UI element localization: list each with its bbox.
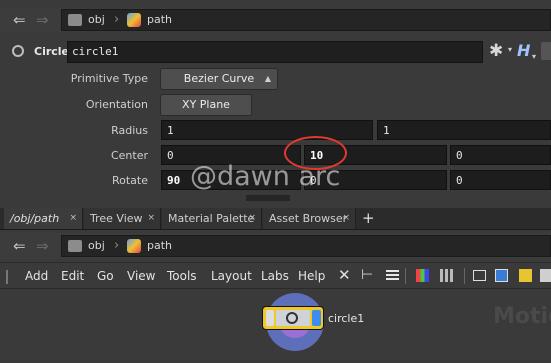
parameter-panel: Primitive Type Bezier Curve ▲ Orientatio… [0,65,551,208]
crumb-path[interactable]: path [147,236,172,256]
tab-label: Material Palette [168,212,255,225]
crumb-obj[interactable]: obj [88,10,105,30]
primitive-type-dropdown[interactable]: Bezier Curve ▲ [160,68,278,90]
path-icon [127,13,141,27]
tab-obj-path[interactable]: /obj/path × [4,208,83,229]
menu-tools[interactable]: Tools [167,263,197,289]
chevron-right-icon: › [114,238,120,253]
crumb-obj[interactable]: obj [88,236,105,256]
help-menu-arrow-icon[interactable]: ▾ [532,52,536,61]
chevron-right-icon: › [114,12,120,27]
circle1-node[interactable] [262,306,324,330]
rotate-label: Rotate [111,174,148,187]
path-breadcrumb: obj › path [61,9,551,31]
watermark-text: @dawn arc [190,161,341,192]
menu-grip [6,270,8,284]
radius-y-field[interactable]: 1 [377,120,551,140]
radius-label: Radius [111,124,148,137]
node-type-label: Circle [34,45,70,58]
primitive-type-value: Bezier Curve [183,72,255,85]
back-arrow-icon[interactable]: ⇐ [13,7,26,33]
add-tab-button[interactable]: + [362,208,375,229]
menu-edit[interactable]: Edit [61,263,84,289]
sticky-icon[interactable] [519,269,532,282]
network-path-bar: ⇐ ⇒ obj › path [0,233,551,259]
image-icon[interactable] [473,270,486,281]
gear-menu-arrow-icon[interactable]: ▾ [508,45,512,54]
tree-icon[interactable]: ⊢ [361,267,373,283]
tab-label: Tree View [90,212,143,225]
forward-arrow-icon[interactable]: ⇒ [36,7,49,33]
parameter-header: Circle circle1 ✱ ▾ H ▾ [0,39,551,65]
back-arrow-icon[interactable]: ⇐ [13,233,26,259]
crumb-path[interactable]: path [147,10,172,30]
menu-add[interactable]: Add [25,263,48,289]
context-watermark: Motic [493,304,551,329]
network-breadcrumb: obj › path [61,235,551,257]
forward-arrow-icon[interactable]: ⇒ [36,233,49,259]
menu-help[interactable]: Help [298,263,325,289]
tab-tree-view[interactable]: Tree View × [84,208,161,229]
list-icon[interactable] [386,270,399,282]
node-label: circle1 [328,312,365,325]
toolbar-overflow-icon[interactable] [540,269,551,282]
tab-asset-browser[interactable]: Asset Browser × [263,208,356,229]
obj-icon [68,14,82,26]
radius-x-field[interactable]: 1 [161,120,373,140]
gear-icon[interactable]: ✱ [489,41,503,61]
wrench-icon[interactable]: ✕ [338,266,351,284]
center-z-field[interactable]: 0 [450,145,551,165]
network-menu-bar: Add Edit Go View Tools Layout Labs Help … [0,262,551,289]
display-flag[interactable] [312,310,321,326]
toolbar-divider [464,268,465,284]
center-label: Center [110,149,148,162]
tab-label: Asset Browser [269,212,348,225]
path-icon [127,239,141,253]
obj-icon [68,240,82,252]
primitive-type-label: Primitive Type [70,72,148,85]
orientation-label: Orientation [85,98,148,111]
color-grid-icon[interactable] [416,269,429,282]
circle-node-icon [286,312,298,324]
close-icon[interactable]: × [69,208,77,229]
scroll-indicator[interactable] [246,195,290,201]
close-icon[interactable]: × [342,208,350,229]
rotate-z-field[interactable]: 0 [450,170,551,190]
close-icon[interactable]: × [248,208,256,229]
pane-tab-strip: /obj/path × Tree View × Material Palette… [0,208,551,230]
tab-material-palette[interactable]: Material Palette × [162,208,262,229]
tab-label: /obj/path [10,212,60,225]
toolbar-overflow-button[interactable] [541,42,551,60]
bypass-flag[interactable] [266,310,274,326]
menu-view[interactable]: View [127,263,155,289]
orientation-value: XY Plane [182,98,230,111]
node-name-field[interactable]: circle1 [67,41,483,63]
help-icon[interactable]: H [517,41,530,60]
menu-labs[interactable]: Labs [261,263,289,289]
circle-node-icon [12,45,24,57]
top-path-bar: ⇐ ⇒ obj › path [0,7,551,33]
network-editor[interactable]: Motic circle1 [0,288,551,363]
note-icon[interactable] [495,269,508,282]
grid-icon[interactable] [440,269,453,282]
dropdown-arrows-icon: ▲ [264,74,271,83]
orientation-dropdown[interactable]: XY Plane [160,94,252,116]
menu-layout[interactable]: Layout [211,263,252,289]
menu-go[interactable]: Go [97,263,114,289]
toolbar-divider [405,268,406,284]
close-icon[interactable]: × [147,208,155,229]
